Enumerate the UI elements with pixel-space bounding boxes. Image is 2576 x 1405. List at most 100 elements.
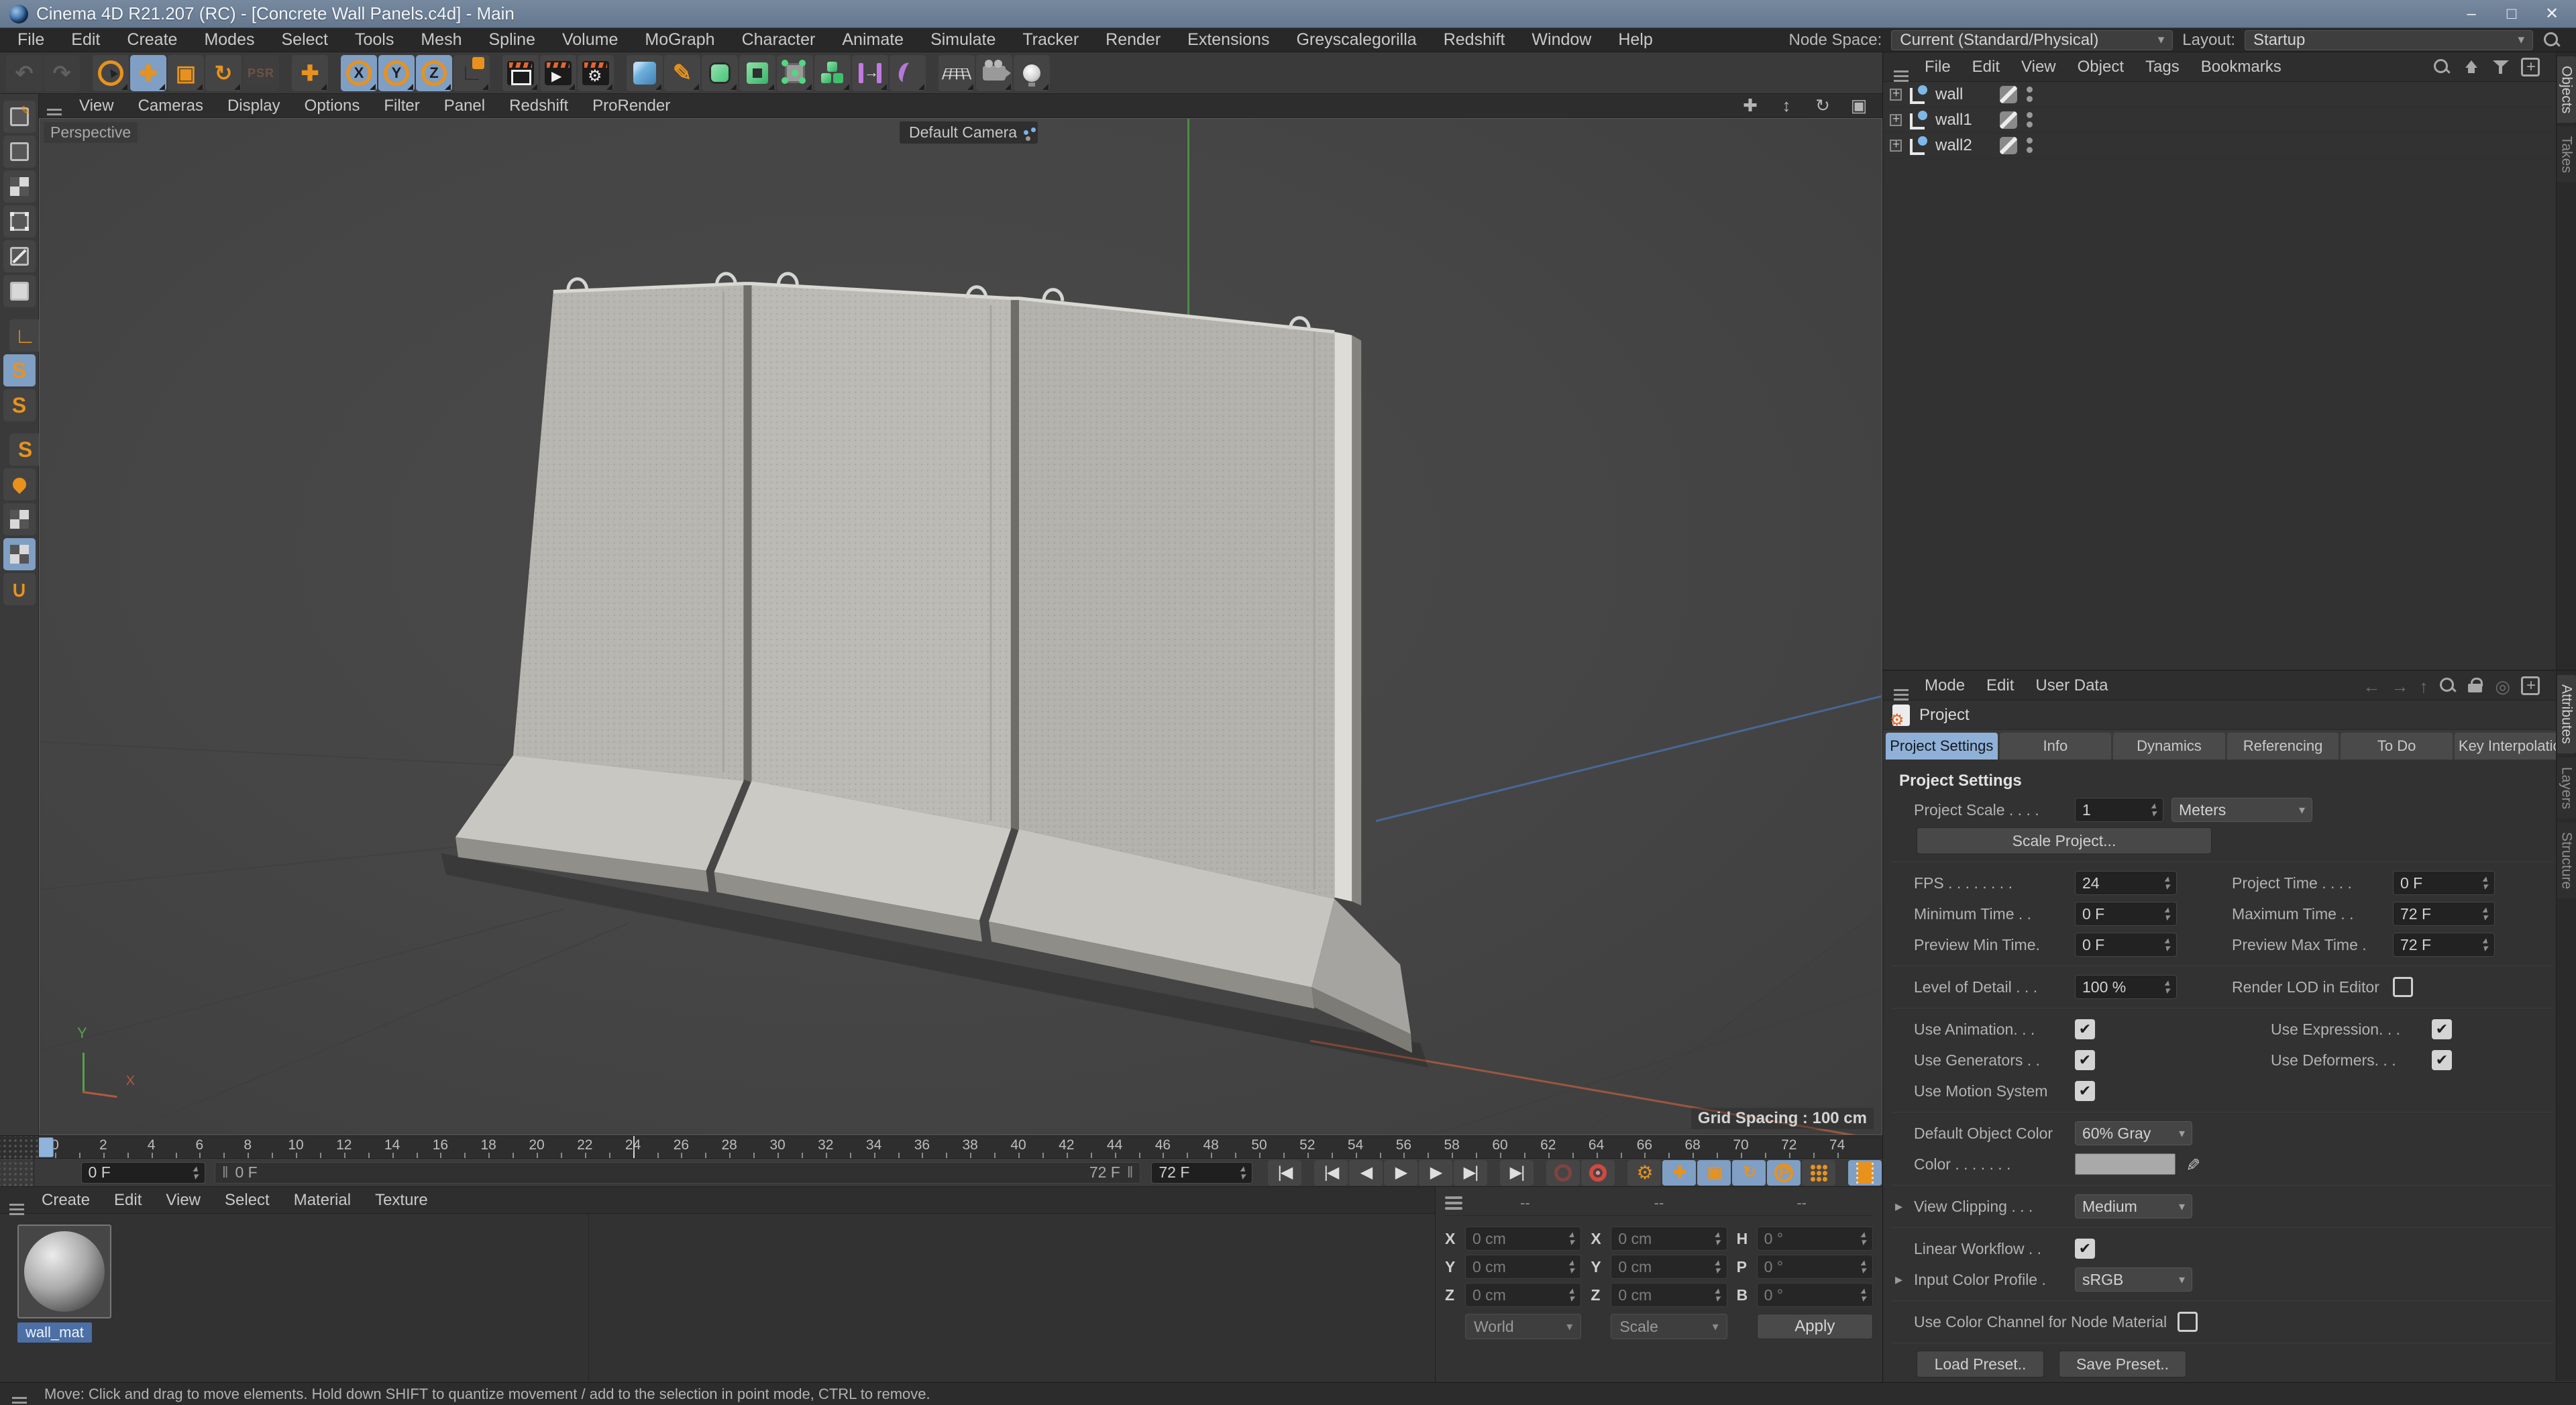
panel-grip[interactable]	[0, 1136, 39, 1158]
material-menu-edit[interactable]: Edit	[102, 1187, 154, 1213]
render-picture-viewer-button[interactable]	[540, 54, 576, 91]
psr-keyframe-button[interactable]: PSR	[243, 54, 279, 91]
minimize-button[interactable]: –	[2454, 3, 2489, 25]
hamburger-icon[interactable]	[1894, 70, 1909, 72]
tab-project-settings[interactable]: Project Settings	[1886, 733, 1998, 760]
viewport-menu-cameras[interactable]: Cameras	[126, 94, 215, 117]
view-clipping-select[interactable]: Medium ▾	[2075, 1194, 2192, 1218]
layout-select[interactable]: Startup ▾	[2245, 30, 2533, 50]
save-preset-button[interactable]: Save Preset..	[2059, 1351, 2186, 1377]
tab-referencing[interactable]: Referencing	[2226, 733, 2339, 760]
viewport-menu-options[interactable]: Options	[292, 94, 372, 117]
hamburger-icon[interactable]	[47, 109, 62, 111]
scale-button[interactable]: ▣	[168, 54, 204, 91]
object-manager-menu-bookmarks[interactable]: Bookmarks	[2190, 52, 2292, 81]
menu-simulate[interactable]: Simulate	[917, 28, 1009, 52]
material-menu-texture[interactable]: Texture	[363, 1187, 440, 1213]
material-menu-material[interactable]: Material	[282, 1187, 363, 1213]
menu-create[interactable]: Create	[113, 28, 191, 52]
use-color-channel-checkbox[interactable]	[2178, 1312, 2198, 1332]
volume-builder-button[interactable]	[814, 54, 851, 91]
phong-tag-icon[interactable]	[2000, 111, 2017, 129]
material-menu-create[interactable]: Create	[30, 1187, 102, 1213]
node-space-select[interactable]: Current (Standard/Physical) ▾	[1891, 30, 2174, 50]
use-motion-system-checkbox[interactable]	[2075, 1081, 2095, 1101]
play-button[interactable]: ▶	[1384, 1159, 1417, 1186]
undo-button[interactable]: ↶	[6, 54, 42, 91]
search-icon[interactable]	[2438, 676, 2457, 695]
texture-paint-button[interactable]	[3, 503, 36, 535]
expand-icon[interactable]	[1890, 138, 1902, 152]
key-point-level-button[interactable]	[1802, 1159, 1835, 1186]
object-manager-menu-file[interactable]: File	[1914, 52, 1962, 81]
input-color-profile-select[interactable]: sRGB ▾	[2075, 1267, 2192, 1292]
home-icon[interactable]	[2462, 58, 2481, 76]
expander-icon[interactable]: ▸	[1895, 1271, 1902, 1288]
bend-deformer-button[interactable]	[890, 54, 926, 91]
back-icon[interactable]: ←	[2363, 676, 2380, 696]
panel-grip[interactable]	[0, 1158, 34, 1187]
up-icon[interactable]: ↑	[2419, 676, 2428, 696]
menu-mesh[interactable]: Mesh	[407, 28, 475, 52]
lock-y-axis-button[interactable]: Y	[378, 54, 415, 91]
phong-tag-icon[interactable]	[2000, 85, 2017, 103]
close-button[interactable]: ✕	[2534, 3, 2569, 25]
object-name[interactable]: wall	[1935, 85, 1982, 104]
search-icon[interactable]	[2432, 58, 2451, 76]
paint-setup-button[interactable]	[3, 468, 36, 501]
snap-button[interactable]: S	[3, 389, 36, 421]
object-row[interactable]: wall1	[1883, 107, 2576, 133]
timeline-ruler[interactable]: 0246810121416182022242628303234363840424…	[0, 1135, 1882, 1158]
object-manager-menu-view[interactable]: View	[2010, 52, 2067, 81]
workplane-mode-button[interactable]: ∟	[9, 319, 42, 352]
scale-x-field[interactable]: 0 cm ▴ ▾	[1611, 1227, 1727, 1251]
next-frame-button[interactable]: ▶	[1419, 1159, 1452, 1186]
camera-object-button[interactable]	[976, 54, 1012, 91]
expand-icon[interactable]	[1890, 87, 1902, 101]
view-label[interactable]: Perspective	[44, 122, 138, 143]
menu-volume[interactable]: Volume	[549, 28, 631, 52]
move-button[interactable]: ✚	[130, 54, 166, 91]
menu-spline[interactable]: Spline	[475, 28, 549, 52]
pan-view-icon[interactable]: ✚	[1739, 95, 1762, 116]
side-tab-structure[interactable]: Structure	[2557, 822, 2576, 898]
eyedropper-icon[interactable]: ✎	[2182, 1157, 2202, 1172]
coordinate-system-button[interactable]	[453, 54, 490, 91]
menu-extensions[interactable]: Extensions	[1174, 28, 1283, 52]
side-tab-layers[interactable]: Layers	[2557, 757, 2576, 819]
goto-prev-key-button[interactable]: |◀	[1314, 1159, 1348, 1186]
position-x-field[interactable]: 0 cm ▴ ▾	[1465, 1227, 1582, 1251]
tab-dynamics[interactable]: Dynamics	[2113, 733, 2225, 760]
spinner-arrows-icon[interactable]: ▴ ▾	[1234, 1163, 1245, 1182]
playhead[interactable]	[39, 1137, 54, 1157]
goto-end-button[interactable]: ▶|	[1500, 1159, 1534, 1186]
load-preset-button[interactable]: Load Preset..	[1917, 1351, 2044, 1377]
quantize-button[interactable]: S	[9, 433, 42, 466]
texture-mode-button[interactable]	[3, 170, 36, 203]
end-frame-field[interactable]: 72 F ▴ ▾	[1151, 1161, 1252, 1184]
scrub-grip-icon[interactable]: ‖	[222, 1163, 229, 1182]
rotate-button[interactable]: ↻	[205, 54, 241, 91]
tab-to-do[interactable]: To Do	[2341, 733, 2453, 760]
fps-field[interactable]: 24 ▴ ▾	[2075, 871, 2177, 895]
add-cube-primitive-button[interactable]	[627, 54, 663, 91]
forward-icon[interactable]: →	[2391, 676, 2408, 696]
visibility-dots-icon[interactable]	[2027, 112, 2033, 127]
project-time-field[interactable]: 0 F ▴ ▾	[2393, 871, 2495, 895]
pen-spline-button[interactable]: ✎	[664, 54, 700, 91]
expander-icon[interactable]: ▸	[1895, 1198, 1902, 1215]
magnet-button[interactable]: ∪	[3, 573, 36, 605]
uv-mode-button[interactable]	[3, 538, 36, 570]
object-manager-menu-edit[interactable]: Edit	[1962, 52, 2010, 81]
side-tab-objects[interactable]: Objects	[2557, 56, 2576, 123]
apply-button[interactable]: Apply	[1756, 1314, 1873, 1339]
model-mode-button[interactable]	[3, 136, 36, 168]
viewport-menu-view[interactable]: View	[67, 94, 126, 117]
point-mode-button[interactable]	[3, 205, 36, 238]
menu-modes[interactable]: Modes	[191, 28, 268, 52]
viewport-menu-redshift[interactable]: Redshift	[497, 94, 580, 117]
menu-help[interactable]: Help	[1605, 28, 1666, 52]
attribute-menu-user-data[interactable]: User Data	[2025, 671, 2118, 700]
expand-icon[interactable]	[1890, 112, 1902, 127]
side-tab-attributes[interactable]: Attributes	[2557, 675, 2576, 753]
